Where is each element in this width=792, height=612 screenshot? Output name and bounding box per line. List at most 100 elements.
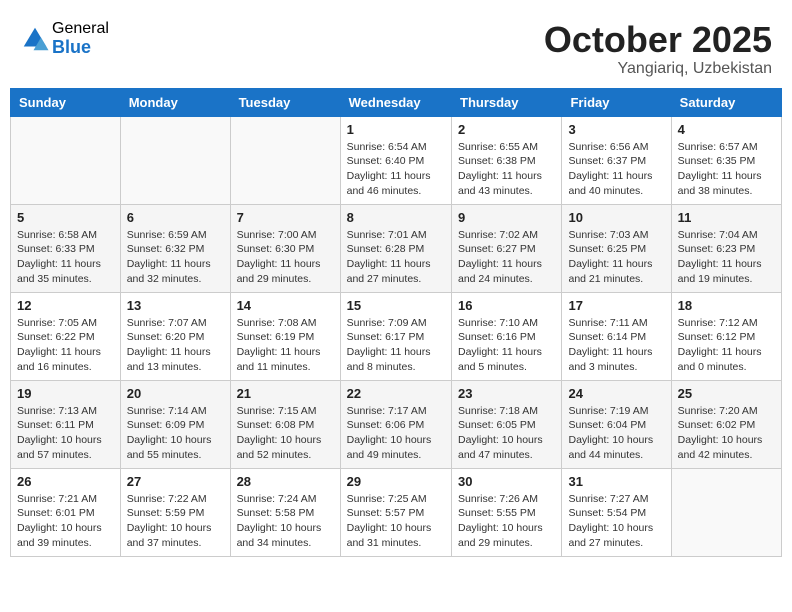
day-info: Sunrise: 7:25 AM Sunset: 5:57 PM Dayligh… bbox=[347, 492, 445, 551]
day-number: 31 bbox=[568, 474, 664, 489]
calendar-cell: 3 Sunrise: 6:56 AM Sunset: 6:37 PM Daylig… bbox=[562, 116, 671, 204]
day-number: 6 bbox=[127, 210, 224, 225]
calendar-cell: 10Sunrise: 7:03 AM Sunset: 6:25 PM Dayli… bbox=[562, 204, 671, 292]
calendar-cell: 15 Sunrise: 7:09 AM Sunset: 6:17 PM Dayli… bbox=[340, 292, 451, 380]
day-info: Sunrise: 7:12 AM Sunset: 6:12 PM Dayligh… bbox=[678, 316, 775, 375]
day-info: Sunrise: 7:05 AM Sunset: 6:22 PM Dayligh… bbox=[17, 316, 114, 375]
logo-general: General bbox=[52, 20, 109, 38]
week-row-2: 5 Sunrise: 6:58 AM Sunset: 6:33 PM Daylig… bbox=[11, 204, 782, 292]
calendar-cell: 16 Sunrise: 7:10 AM Sunset: 6:16 PM Dayli… bbox=[452, 292, 562, 380]
day-number: 12 bbox=[17, 298, 114, 313]
calendar-cell: 20 Sunrise: 7:14 AM Sunset: 6:09 PM Dayli… bbox=[120, 380, 230, 468]
calendar-cell: 26Sunrise: 7:21 AM Sunset: 6:01 PM Dayli… bbox=[11, 468, 121, 556]
location: Yangiariq, Uzbekistan bbox=[544, 60, 772, 78]
calendar-cell: 11Sunrise: 7:04 AM Sunset: 6:23 PM Dayli… bbox=[671, 204, 781, 292]
day-info: Sunrise: 7:14 AM Sunset: 6:09 PM Dayligh… bbox=[127, 404, 224, 463]
day-info: Sunrise: 7:17 AM Sunset: 6:06 PM Dayligh… bbox=[347, 404, 445, 463]
logo: General Blue bbox=[20, 20, 109, 57]
day-info: Sunrise: 7:18 AM Sunset: 6:05 PM Dayligh… bbox=[458, 404, 555, 463]
day-info: Sunrise: 6:57 AM Sunset: 6:35 PM Dayligh… bbox=[678, 140, 775, 199]
day-info: Sunrise: 7:02 AM Sunset: 6:27 PM Dayligh… bbox=[458, 228, 555, 287]
week-row-5: 26Sunrise: 7:21 AM Sunset: 6:01 PM Dayli… bbox=[11, 468, 782, 556]
day-info: Sunrise: 7:27 AM Sunset: 5:54 PM Dayligh… bbox=[568, 492, 664, 551]
week-row-4: 19Sunrise: 7:13 AM Sunset: 6:11 PM Dayli… bbox=[11, 380, 782, 468]
day-info: Sunrise: 7:26 AM Sunset: 5:55 PM Dayligh… bbox=[458, 492, 555, 551]
calendar-cell: 5 Sunrise: 6:58 AM Sunset: 6:33 PM Daylig… bbox=[11, 204, 121, 292]
day-info: Sunrise: 7:24 AM Sunset: 5:58 PM Dayligh… bbox=[237, 492, 334, 551]
calendar-cell: 13 Sunrise: 7:07 AM Sunset: 6:20 PM Dayli… bbox=[120, 292, 230, 380]
header-thursday: Thursday bbox=[452, 88, 562, 116]
day-info: Sunrise: 7:15 AM Sunset: 6:08 PM Dayligh… bbox=[237, 404, 334, 463]
day-number: 26 bbox=[17, 474, 114, 489]
weekday-header-row: SundayMondayTuesdayWednesdayThursdayFrid… bbox=[11, 88, 782, 116]
day-info: Sunrise: 6:58 AM Sunset: 6:33 PM Dayligh… bbox=[17, 228, 114, 287]
day-number: 23 bbox=[458, 386, 555, 401]
day-number: 5 bbox=[17, 210, 114, 225]
calendar-cell: 17 Sunrise: 7:11 AM Sunset: 6:14 PM Dayli… bbox=[562, 292, 671, 380]
day-number: 27 bbox=[127, 474, 224, 489]
header-tuesday: Tuesday bbox=[230, 88, 340, 116]
logo-blue: Blue bbox=[52, 38, 109, 58]
day-number: 20 bbox=[127, 386, 224, 401]
calendar-cell: 21 Sunrise: 7:15 AM Sunset: 6:08 PM Dayli… bbox=[230, 380, 340, 468]
title-section: October 2025 Yangiariq, Uzbekistan bbox=[544, 20, 772, 78]
day-number: 16 bbox=[458, 298, 555, 313]
page-header: General Blue October 2025 Yangiariq, Uzb… bbox=[10, 10, 782, 83]
day-number: 1 bbox=[347, 122, 445, 137]
calendar-cell: 22Sunrise: 7:17 AM Sunset: 6:06 PM Dayli… bbox=[340, 380, 451, 468]
day-info: Sunrise: 6:59 AM Sunset: 6:32 PM Dayligh… bbox=[127, 228, 224, 287]
day-number: 17 bbox=[568, 298, 664, 313]
calendar-cell: 30 Sunrise: 7:26 AM Sunset: 5:55 PM Dayli… bbox=[452, 468, 562, 556]
week-row-1: 1Sunrise: 6:54 AM Sunset: 6:40 PM Daylig… bbox=[11, 116, 782, 204]
calendar-cell: 28 Sunrise: 7:24 AM Sunset: 5:58 PM Dayli… bbox=[230, 468, 340, 556]
day-info: Sunrise: 6:56 AM Sunset: 6:37 PM Dayligh… bbox=[568, 140, 664, 199]
day-number: 10 bbox=[568, 210, 664, 225]
day-number: 21 bbox=[237, 386, 334, 401]
day-number: 9 bbox=[458, 210, 555, 225]
calendar-cell: 7 Sunrise: 7:00 AM Sunset: 6:30 PM Daylig… bbox=[230, 204, 340, 292]
day-number: 3 bbox=[568, 122, 664, 137]
month-title: October 2025 bbox=[544, 20, 772, 60]
calendar-cell bbox=[11, 116, 121, 204]
day-number: 13 bbox=[127, 298, 224, 313]
header-wednesday: Wednesday bbox=[340, 88, 451, 116]
day-info: Sunrise: 7:11 AM Sunset: 6:14 PM Dayligh… bbox=[568, 316, 664, 375]
day-number: 28 bbox=[237, 474, 334, 489]
calendar-cell: 1Sunrise: 6:54 AM Sunset: 6:40 PM Daylig… bbox=[340, 116, 451, 204]
day-number: 15 bbox=[347, 298, 445, 313]
day-info: Sunrise: 7:10 AM Sunset: 6:16 PM Dayligh… bbox=[458, 316, 555, 375]
calendar-cell bbox=[671, 468, 781, 556]
day-info: Sunrise: 7:00 AM Sunset: 6:30 PM Dayligh… bbox=[237, 228, 334, 287]
day-number: 7 bbox=[237, 210, 334, 225]
calendar-cell: 2 Sunrise: 6:55 AM Sunset: 6:38 PM Daylig… bbox=[452, 116, 562, 204]
day-info: Sunrise: 6:55 AM Sunset: 6:38 PM Dayligh… bbox=[458, 140, 555, 199]
header-saturday: Saturday bbox=[671, 88, 781, 116]
day-number: 14 bbox=[237, 298, 334, 313]
calendar: SundayMondayTuesdayWednesdayThursdayFrid… bbox=[10, 88, 782, 557]
day-number: 29 bbox=[347, 474, 445, 489]
calendar-cell: 29 Sunrise: 7:25 AM Sunset: 5:57 PM Dayli… bbox=[340, 468, 451, 556]
calendar-cell: 25Sunrise: 7:20 AM Sunset: 6:02 PM Dayli… bbox=[671, 380, 781, 468]
header-friday: Friday bbox=[562, 88, 671, 116]
calendar-cell: 24Sunrise: 7:19 AM Sunset: 6:04 PM Dayli… bbox=[562, 380, 671, 468]
calendar-cell: 6 Sunrise: 6:59 AM Sunset: 6:32 PM Daylig… bbox=[120, 204, 230, 292]
calendar-cell: 14 Sunrise: 7:08 AM Sunset: 6:19 PM Dayli… bbox=[230, 292, 340, 380]
calendar-cell: 8Sunrise: 7:01 AM Sunset: 6:28 PM Daylig… bbox=[340, 204, 451, 292]
day-info: Sunrise: 7:09 AM Sunset: 6:17 PM Dayligh… bbox=[347, 316, 445, 375]
day-number: 30 bbox=[458, 474, 555, 489]
day-number: 11 bbox=[678, 210, 775, 225]
day-number: 2 bbox=[458, 122, 555, 137]
logo-icon bbox=[20, 24, 50, 54]
header-sunday: Sunday bbox=[11, 88, 121, 116]
day-info: Sunrise: 7:22 AM Sunset: 5:59 PM Dayligh… bbox=[127, 492, 224, 551]
day-number: 18 bbox=[678, 298, 775, 313]
logo-text: General Blue bbox=[52, 20, 109, 57]
day-number: 25 bbox=[678, 386, 775, 401]
calendar-cell: 19Sunrise: 7:13 AM Sunset: 6:11 PM Dayli… bbox=[11, 380, 121, 468]
day-info: Sunrise: 7:07 AM Sunset: 6:20 PM Dayligh… bbox=[127, 316, 224, 375]
day-info: Sunrise: 7:13 AM Sunset: 6:11 PM Dayligh… bbox=[17, 404, 114, 463]
day-info: Sunrise: 7:08 AM Sunset: 6:19 PM Dayligh… bbox=[237, 316, 334, 375]
day-number: 24 bbox=[568, 386, 664, 401]
calendar-cell: 31 Sunrise: 7:27 AM Sunset: 5:54 PM Dayli… bbox=[562, 468, 671, 556]
calendar-cell bbox=[230, 116, 340, 204]
